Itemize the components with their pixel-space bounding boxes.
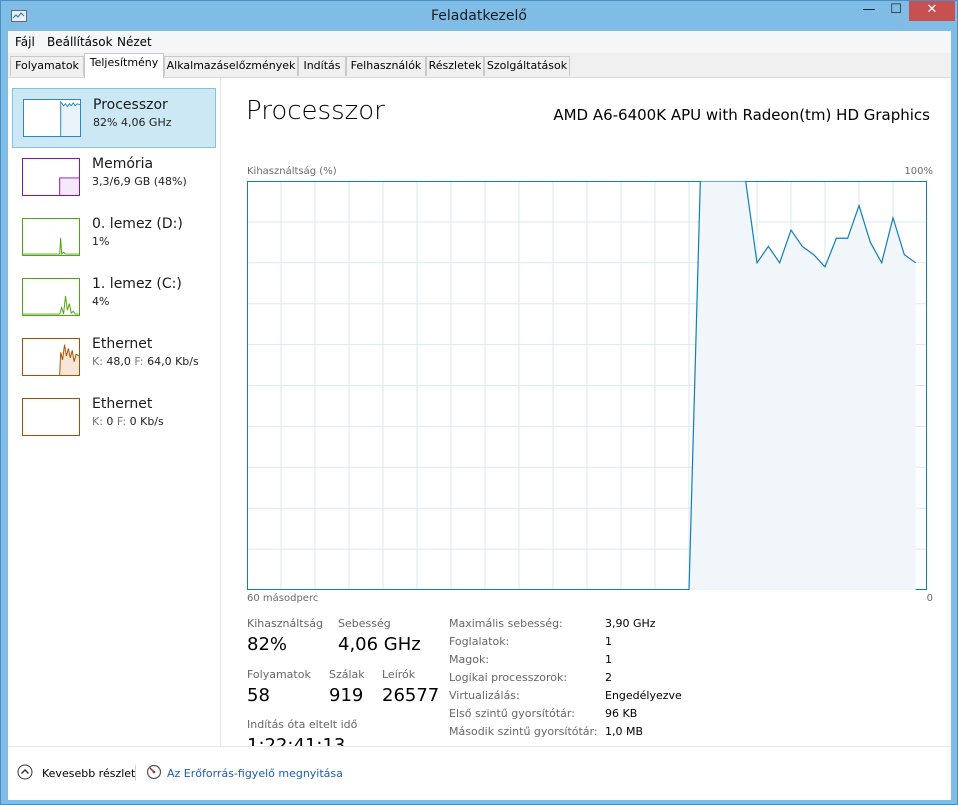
- task-manager-window: Feladatkezelő — ☐ ✕ Fájl Beállítások Néz…: [0, 0, 958, 805]
- tab-processes[interactable]: Folyamatok: [10, 56, 84, 76]
- sidebar-item-ethernet-1-title: Ethernet: [92, 336, 153, 352]
- spec-l2-cache-value: 1,0 MB: [605, 725, 644, 738]
- ethernet-1-receive-value: 64,0 Kb/s: [147, 355, 199, 368]
- footer-bar: Kevesebb részlet Az Erőforrás-figyelő me…: [8, 746, 951, 800]
- spec-logical-label: Logikai processzorok:: [449, 671, 568, 684]
- sidebar-item-disk-c-sub: 4%: [92, 295, 110, 308]
- speed-value: 4,06 GHz: [338, 634, 421, 655]
- close-button[interactable]: ✕: [909, 1, 955, 21]
- spec-cores-label: Magok:: [449, 653, 490, 666]
- x-axis-label: 60 másodperc: [247, 593, 319, 604]
- spec-virtualization-value: Engedélyezve: [605, 689, 682, 702]
- sidebar-item-ethernet-1-sub: K: 48,0 F: 64,0 Kb/s: [92, 355, 199, 368]
- title-bar[interactable]: Feladatkezelő — ☐ ✕: [1, 1, 957, 31]
- ethernet-1-send-value: 48,0: [106, 355, 131, 368]
- utilization-label: Kihasználtság: [247, 617, 324, 630]
- memory-thumbnail-graph: [22, 158, 80, 196]
- tab-app-history[interactable]: Alkalmazáselőzmények: [164, 56, 298, 76]
- ethernet-2-thumbnail-graph: [22, 398, 80, 436]
- minimize-button[interactable]: —: [855, 1, 883, 21]
- spec-l1-cache-label: Első szintű gyorsítótár:: [449, 707, 575, 720]
- utilization-value: 82%: [247, 634, 288, 655]
- sidebar-item-ethernet-1[interactable]: Ethernet K: 48,0 F: 64,0 Kb/s: [12, 328, 216, 388]
- ethernet-1-thumbnail-graph: [22, 338, 80, 376]
- handles-value: 26577: [382, 685, 440, 706]
- sidebar-item-ethernet-2-sub: K: 0 F: 0 Kb/s: [92, 415, 164, 428]
- threads-value: 919: [329, 685, 364, 706]
- ethernet-2-receive-value: 0 Kb/s: [129, 415, 164, 428]
- menu-file[interactable]: Fájl: [15, 35, 35, 49]
- sidebar-item-memory-title: Memória: [92, 156, 154, 172]
- tab-performance[interactable]: Teljesítmény: [84, 53, 164, 78]
- y-axis-max-label: 100%: [904, 166, 933, 177]
- ethernet-2-receive-prefix: F:: [116, 415, 127, 428]
- sidebar-item-disk-c-title: 1. lemez (C:): [92, 276, 182, 292]
- sidebar-item-ethernet-2[interactable]: Ethernet K: 0 F: 0 Kb/s: [12, 388, 216, 448]
- cpu-utilization-graph: [247, 181, 927, 590]
- menu-view[interactable]: Nézet: [117, 35, 152, 49]
- ethernet-1-send-prefix: K:: [92, 355, 103, 368]
- processes-label: Folyamatok: [247, 668, 311, 681]
- tab-services[interactable]: Szolgáltatások: [484, 56, 570, 76]
- chevron-up-circle-icon[interactable]: [17, 764, 33, 780]
- maximize-button[interactable]: ☐: [883, 1, 909, 21]
- resource-sidebar: Processzor 82% 4,06 GHz Memória 3,3/6,9 …: [8, 78, 221, 746]
- spec-virtualization-label: Virtualizálás:: [449, 689, 520, 702]
- open-resource-monitor-link[interactable]: Az Erőforrás-figyelő megnyitása: [167, 767, 343, 780]
- x-axis-min-label: 0: [926, 593, 933, 604]
- spec-cores-value: 1: [605, 653, 612, 666]
- processes-value: 58: [247, 685, 270, 706]
- sidebar-item-cpu[interactable]: Processzor 82% 4,06 GHz: [12, 88, 216, 148]
- spec-logical-value: 2: [605, 671, 612, 684]
- fewer-details-button[interactable]: Kevesebb részlet: [42, 767, 135, 780]
- y-axis-label: Kihasználtság (%): [247, 166, 337, 177]
- spec-sockets-label: Foglalatok:: [449, 635, 510, 648]
- sidebar-item-memory[interactable]: Memória 3,3/6,9 GB (48%): [12, 148, 216, 208]
- spec-l2-cache-label: Második szintű gyorsítótár:: [449, 725, 598, 738]
- tab-details[interactable]: Részletek: [426, 56, 484, 76]
- window-title: Feladatkezelő: [431, 8, 527, 24]
- ethernet-2-send-value: 0: [106, 415, 114, 428]
- spec-max-speed-label: Maximális sebesség:: [449, 617, 563, 630]
- speed-label: Sebesség: [338, 617, 391, 630]
- spec-sockets-value: 1: [605, 635, 612, 648]
- menu-bar: Fájl Beállítások Nézet: [8, 31, 951, 53]
- cpu-model-name: AMD A6-6400K APU with Radeon(tm) HD Grap…: [553, 106, 930, 124]
- client-area: Fájl Beállítások Nézet Folyamatok Teljes…: [8, 31, 951, 800]
- resource-monitor-icon[interactable]: [146, 764, 162, 780]
- performance-panel: Processzor AMD A6-6400K APU with Radeon(…: [221, 78, 951, 756]
- menu-settings[interactable]: Beállítások: [47, 35, 113, 49]
- cpu-thumbnail-graph: [23, 99, 81, 137]
- sidebar-item-ethernet-2-title: Ethernet: [92, 396, 153, 412]
- page-title: Processzor: [246, 96, 385, 126]
- tab-users[interactable]: Felhasználók: [346, 56, 426, 76]
- sidebar-item-disk-d-sub: 1%: [92, 235, 110, 248]
- sidebar-item-disk-c[interactable]: 1. lemez (C:) 4%: [12, 268, 216, 328]
- tab-startup[interactable]: Indítás: [298, 56, 346, 76]
- uptime-label: Indítás óta eltelt idő: [247, 718, 358, 731]
- spec-max-speed-value: 3,90 GHz: [605, 617, 656, 630]
- sidebar-item-disk-d-title: 0. lemez (D:): [92, 216, 183, 232]
- sidebar-item-disk-d[interactable]: 0. lemez (D:) 1%: [12, 208, 216, 268]
- disk-d-thumbnail-graph: [22, 218, 80, 256]
- sidebar-item-cpu-title: Processzor: [93, 97, 168, 113]
- spec-l1-cache-value: 96 KB: [605, 707, 638, 720]
- ethernet-2-send-prefix: K:: [92, 415, 103, 428]
- tab-strip: Folyamatok Teljesítmény Alkalmazáselőzmé…: [8, 53, 951, 78]
- handles-label: Leírók: [382, 668, 416, 681]
- ethernet-1-receive-prefix: F:: [134, 355, 144, 368]
- footer-divider: [135, 765, 136, 781]
- sidebar-item-memory-sub: 3,3/6,9 GB (48%): [92, 175, 187, 188]
- disk-c-thumbnail-graph: [22, 278, 80, 316]
- threads-label: Szálak: [329, 668, 365, 681]
- sidebar-item-cpu-sub: 82% 4,06 GHz: [93, 116, 172, 129]
